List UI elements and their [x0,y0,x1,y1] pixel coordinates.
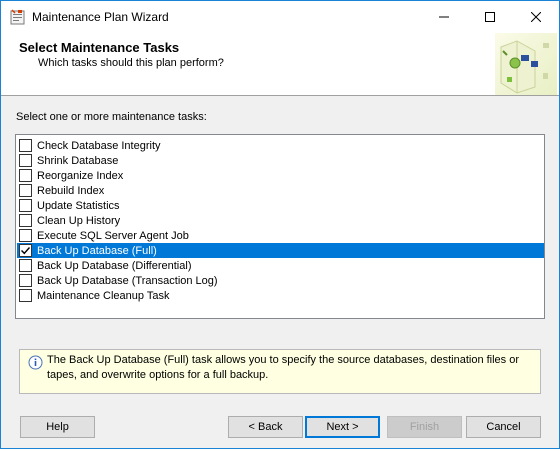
task-item[interactable]: Back Up Database (Differential) [17,258,544,273]
task-checkbox[interactable] [19,184,32,197]
task-checkbox[interactable] [19,199,32,212]
maximize-button[interactable] [467,1,513,32]
minimize-button[interactable] [421,1,467,32]
task-checkbox[interactable] [19,139,32,152]
maintenance-task-list[interactable]: Check Database Integrity Shrink Database R… [15,134,545,319]
wizard-window: Maintenance Plan Wizard Select Maintenan… [0,0,560,449]
task-list-label: Select one or more maintenance tasks: [16,111,207,123]
info-icon [28,355,43,370]
task-checkbox[interactable] [19,274,32,287]
task-label: Reorganize Index [37,169,124,182]
task-item[interactable]: Update Statistics [17,198,544,213]
task-checkbox[interactable] [19,229,32,242]
page-title: Select Maintenance Tasks [19,40,180,55]
title-bar[interactable]: Maintenance Plan Wizard [1,1,559,32]
window-title: Maintenance Plan Wizard [32,10,169,24]
close-icon [531,11,541,22]
next-button[interactable]: Next > [305,416,380,438]
finish-button: Finish [387,416,462,438]
task-label: Check Database Integrity [37,139,161,152]
task-item[interactable]: Maintenance Cleanup Task [17,288,544,303]
task-label: Maintenance Cleanup Task [37,289,170,302]
help-button[interactable]: Help [20,416,95,438]
checkmark-icon [21,247,31,255]
task-item[interactable]: Shrink Database [17,153,544,168]
task-checkbox[interactable] [19,259,32,272]
task-label: Back Up Database (Transaction Log) [37,274,218,287]
maximize-icon [485,11,495,22]
back-button[interactable]: < Back [228,416,303,438]
task-item[interactable]: Rebuild Index [17,183,544,198]
task-checkbox[interactable] [19,244,32,257]
wizard-header: Select Maintenance Tasks Which tasks sho… [1,32,559,96]
task-label: Back Up Database (Differential) [37,259,192,272]
wizard-banner-icon [495,33,557,95]
task-label: Back Up Database (Full) [37,244,157,257]
task-label: Update Statistics [37,199,120,212]
task-item[interactable]: Clean Up History [17,213,544,228]
task-label: Shrink Database [37,154,119,167]
task-label: Rebuild Index [37,184,105,197]
task-checkbox[interactable] [19,214,32,227]
task-checkbox[interactable] [19,154,32,167]
close-button[interactable] [513,1,559,32]
task-label: Clean Up History [37,214,121,227]
page-subtitle: Which tasks should this plan perform? [38,57,224,69]
minimize-icon [439,16,449,17]
task-item[interactable]: Back Up Database (Full) [17,243,544,258]
task-checkbox[interactable] [19,289,32,302]
task-checkbox[interactable] [19,169,32,182]
maintenance-plan-app-icon [10,9,25,25]
cancel-button[interactable]: Cancel [466,416,541,438]
task-item[interactable]: Reorganize Index [17,168,544,183]
task-description-box: The Back Up Database (Full) task allows … [19,349,541,394]
task-item[interactable]: Back Up Database (Transaction Log) [17,273,544,288]
task-description-text: The Back Up Database (Full) task allows … [47,354,520,381]
task-item[interactable]: Execute SQL Server Agent Job [17,228,544,243]
task-item[interactable]: Check Database Integrity [17,138,544,153]
task-label: Execute SQL Server Agent Job [37,229,189,242]
